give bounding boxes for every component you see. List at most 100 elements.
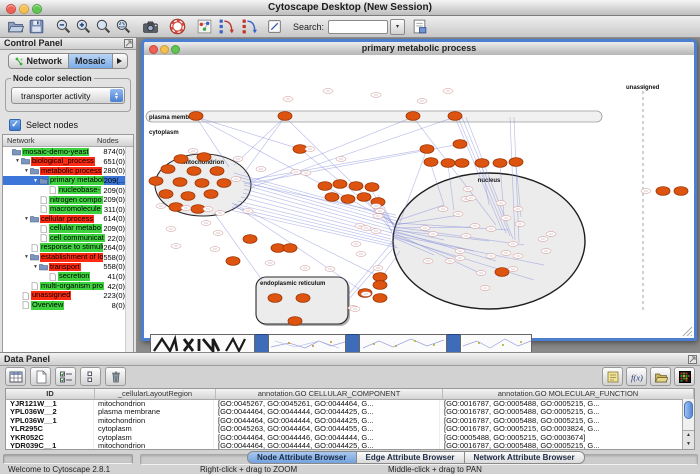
network-node[interactable]: [226, 257, 240, 266]
network-node[interactable]: [373, 294, 387, 303]
expand-triangle-icon[interactable]: ▼: [23, 168, 30, 174]
network-node[interactable]: [187, 167, 201, 176]
network-node[interactable]: [325, 193, 339, 202]
network-node[interactable]: [509, 158, 523, 167]
zoom-fit-icon[interactable]: [115, 18, 132, 35]
tree-row[interactable]: response to stimulu264(0): [3, 243, 133, 253]
network-window-titlebar[interactable]: primary metabolic process: [144, 42, 694, 56]
scrollbar-thumb[interactable]: [684, 401, 693, 419]
cell-id[interactable]: YDR039C__1: [6, 442, 94, 450]
minimize-icon[interactable]: [160, 45, 169, 54]
network-node[interactable]: [296, 294, 310, 303]
expand-triangle-icon[interactable]: ▼: [32, 178, 39, 184]
cell-molecular-function[interactable]: [GO:0005488, GO:0005215, GO:0003674]: [440, 434, 694, 442]
network-node[interactable]: [420, 145, 434, 154]
network-node[interactable]: [495, 268, 509, 277]
tree-row[interactable]: macromolecule311(0): [3, 205, 133, 215]
network-node[interactable]: [197, 153, 211, 162]
tab-network[interactable]: Network: [8, 53, 69, 69]
network-node[interactable]: [181, 192, 195, 201]
cell-id[interactable]: YJR121W__1: [6, 400, 94, 408]
cell-id[interactable]: YLR295C: [6, 425, 94, 433]
cell-region[interactable]: cytoplasm: [94, 425, 214, 433]
cell-cellular-component[interactable]: [GO:0045263, GO:0044464, GO:0044455, G..…: [214, 425, 440, 433]
tree-row[interactable]: cell communicat22(0): [3, 233, 133, 243]
cell-molecular-function[interactable]: [GO:0016787, GO:0005215, GO:0003824, G..…: [440, 425, 694, 433]
expand-triangle-icon[interactable]: ▼: [14, 158, 21, 164]
float-panel-icon[interactable]: [124, 39, 133, 48]
network-node[interactable]: [174, 155, 188, 164]
network-view-window[interactable]: primary metabolic process plasma membran…: [141, 39, 697, 341]
network-edge[interactable]: [244, 117, 285, 173]
network-node[interactable]: [161, 165, 175, 174]
new-attribute-icon[interactable]: [30, 367, 51, 386]
background-window-4[interactable]: [460, 334, 532, 352]
network-node[interactable]: [149, 177, 163, 186]
expand-triangle-icon[interactable]: ▼: [23, 216, 30, 222]
background-window-border[interactable]: [255, 334, 268, 352]
expand-triangle-icon[interactable]: ▼: [23, 254, 30, 260]
background-window-previews[interactable]: [150, 334, 532, 352]
network-edge[interactable]: [348, 240, 394, 295]
cell-molecular-function[interactable]: [GO:0016787, GO:0005488, GO:0005215, G..…: [440, 400, 694, 408]
tab-mosaic[interactable]: Mosaic: [69, 53, 113, 69]
maximize-icon[interactable]: [171, 45, 180, 54]
network-node[interactable]: [169, 203, 183, 212]
delete-attribute-icon[interactable]: [105, 367, 126, 386]
cell-cellular-component[interactable]: [GO:0044464, GO:0044446, GO:0044444, G..…: [214, 434, 440, 442]
background-window-2[interactable]: [268, 334, 346, 352]
tab-edge-attribute-browser[interactable]: Edge Attribute Browser: [357, 451, 465, 464]
background-window-1[interactable]: [150, 334, 255, 352]
network-node[interactable]: [448, 112, 462, 121]
tree-column-network[interactable]: Network: [3, 136, 97, 145]
network-edge[interactable]: [214, 213, 262, 280]
network-node[interactable]: [204, 190, 218, 199]
cell-region[interactable]: cytoplasm: [94, 434, 214, 442]
annotations-icon[interactable]: [266, 18, 283, 35]
tree-row[interactable]: ▼cellular process614(0): [3, 214, 133, 224]
tree-row[interactable]: mosaic-demo-yeast874(0): [3, 147, 133, 157]
network-node[interactable]: [333, 180, 347, 189]
network-node[interactable]: [493, 159, 507, 168]
table-scrollbar[interactable]: ▲▼: [682, 399, 694, 449]
network-edge[interactable]: [249, 117, 413, 183]
node-color-dropdown[interactable]: transporter activity ▲▼: [11, 87, 125, 104]
network-canvas[interactable]: plasma membrane cytoplasm mitochondrion …: [144, 55, 694, 338]
attribute-table-icon[interactable]: [5, 367, 26, 386]
help-icon[interactable]: [169, 18, 186, 35]
cell-cellular-component[interactable]: [GO:0044464, GO:0044444, GO:0044425, G..…: [214, 408, 440, 416]
background-window-3[interactable]: [359, 334, 447, 352]
network-node[interactable]: [173, 178, 187, 187]
tree-row[interactable]: ▼metabolic process280(0): [3, 166, 133, 176]
tab-network-attribute-browser[interactable]: Network Attribute Browser: [465, 451, 585, 464]
tree-header[interactable]: Network Nodes: [3, 135, 133, 147]
cell-molecular-function[interactable]: [GO:0016787, GO:0005488, GO:0005215, G..…: [440, 408, 694, 416]
tree-row[interactable]: ▼biological_process651(0): [3, 157, 133, 167]
heatmap-icon[interactable]: [674, 367, 695, 386]
cell-region[interactable]: mitochondrion: [94, 442, 214, 450]
close-icon[interactable]: [149, 45, 158, 54]
column-header-id[interactable]: ID: [6, 389, 95, 399]
cell-cellular-component[interactable]: [GO:0044464, GO:0044444, GO:0044425, G..…: [214, 417, 440, 425]
network-node[interactable]: [455, 159, 469, 168]
hide-selected-nodes-icon[interactable]: [218, 18, 235, 35]
network-node[interactable]: [349, 182, 363, 191]
vizmapper-icon[interactable]: [196, 18, 213, 35]
zoom-in-icon[interactable]: [75, 18, 92, 35]
search-input[interactable]: [328, 20, 388, 34]
save-session-icon[interactable]: [28, 18, 45, 35]
app-titlebar[interactable]: Cytoscape Desktop (New Session): [0, 0, 700, 16]
tree-row[interactable]: ▼transport558(0): [3, 262, 133, 272]
tree-row[interactable]: ▼primary metabol209(...: [3, 176, 133, 186]
expand-triangle-icon[interactable]: ▼: [32, 264, 39, 270]
network-node[interactable]: [441, 159, 455, 168]
network-node[interactable]: [406, 112, 420, 121]
hide-selected-edges-icon[interactable]: [241, 18, 258, 35]
table-row[interactable]: YDR039C__1mitochondrion[GO:0044464, GO:0…: [6, 442, 694, 450]
cell-id[interactable]: YKR052C: [6, 434, 94, 442]
network-node[interactable]: [656, 187, 670, 196]
cell-region[interactable]: mitochondrion: [94, 417, 214, 425]
cell-id[interactable]: YPL036W__1: [6, 417, 94, 425]
background-window-border[interactable]: [447, 334, 460, 352]
tree-row[interactable]: nitrogen compo209(0): [3, 195, 133, 205]
